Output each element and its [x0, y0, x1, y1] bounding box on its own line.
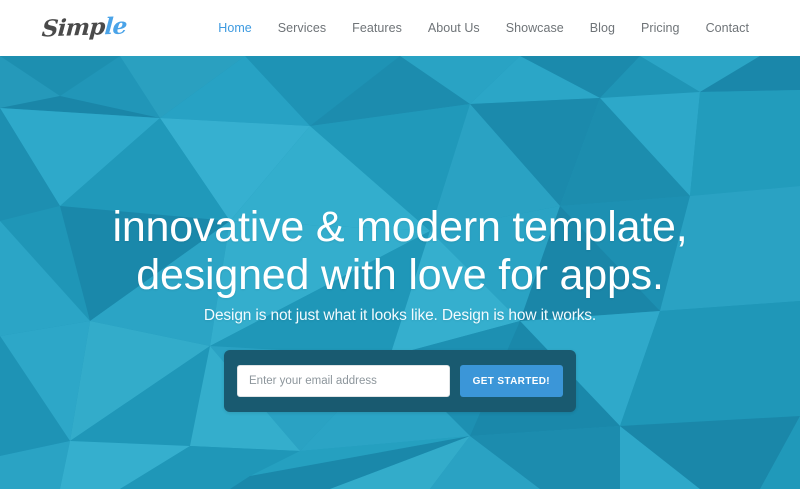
nav-item-home[interactable]: Home [205, 0, 265, 56]
nav-item-pricing[interactable]: Pricing [628, 0, 693, 56]
brand-logo-text: Simple [40, 12, 128, 42]
landing-page: Simple Home Services Features About Us S… [0, 0, 800, 500]
nav-item-services[interactable]: Services [265, 0, 339, 56]
nav-item-blog[interactable]: Blog [577, 0, 628, 56]
email-signup-form: GET STARTED! [224, 350, 576, 412]
nav-item-contact[interactable]: Contact [693, 0, 762, 56]
nav-item-showcase[interactable]: Showcase [493, 0, 577, 56]
main-navigation: Home Services Features About Us Showcase… [205, 0, 762, 56]
below-fold-strip [0, 489, 800, 500]
site-header: Simple Home Services Features About Us S… [0, 0, 800, 56]
email-input[interactable] [237, 365, 450, 397]
nav-item-about-us[interactable]: About Us [415, 0, 493, 56]
nav-item-features[interactable]: Features [339, 0, 415, 56]
brand-logo[interactable]: Simple [40, 12, 128, 42]
hero-headline-line-2: designed with love for apps. [136, 250, 664, 299]
hero-subheadline: Design is not just what it looks like. D… [203, 307, 597, 324]
hero-headline: innovative & modern template, designed w… [0, 203, 800, 299]
hero-content: innovative & modern template, designed w… [0, 56, 800, 489]
hero-section: innovative & modern template, designed w… [0, 56, 800, 489]
hero-headline-line-1: innovative & modern template, [112, 203, 688, 251]
get-started-button[interactable]: GET STARTED! [459, 365, 563, 397]
brand-logo-text-dark: Simp [40, 12, 106, 42]
brand-logo-text-accent: le [103, 12, 128, 40]
